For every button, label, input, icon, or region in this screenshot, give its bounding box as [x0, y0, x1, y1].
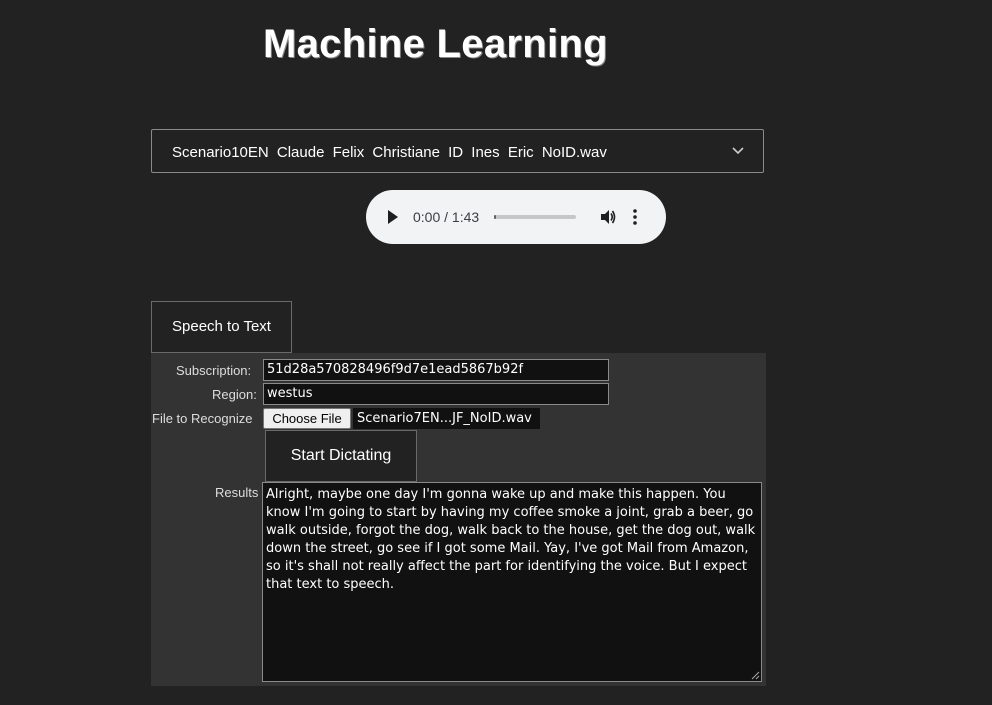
choose-file-button[interactable]: Choose File — [263, 408, 351, 429]
subscription-input[interactable]: 51d28a570828496f9d7e1ead5867b92f — [263, 359, 609, 381]
volume-icon[interactable] — [599, 208, 617, 226]
page-title: Machine Learning — [263, 22, 608, 66]
chosen-file-name: Scenario7EN...JF_NoID.wav — [353, 408, 540, 429]
subscription-label: Subscription: — [176, 363, 252, 378]
results-label: Results — [215, 485, 259, 500]
speech-to-text-tab[interactable]: Speech to Text — [151, 301, 292, 353]
resize-handle-icon[interactable] — [751, 671, 760, 680]
region-label: Region: — [212, 387, 257, 402]
region-input[interactable]: westus — [263, 383, 609, 405]
audio-time: 0:00 / 1:43 — [413, 209, 480, 225]
more-vert-icon[interactable] — [632, 208, 638, 226]
audio-seek-progress — [494, 215, 496, 219]
audio-seek-bar[interactable] — [494, 215, 576, 219]
file-select-value: Scenario10EN Claude Felix Christiane ID … — [172, 144, 607, 161]
start-dictating-button[interactable]: Start Dictating — [265, 430, 417, 482]
chevron-down-icon — [732, 147, 744, 155]
play-icon[interactable] — [386, 209, 400, 225]
results-textarea[interactable]: Alright, maybe one day I'm gonna wake up… — [262, 482, 762, 682]
file-select-dropdown[interactable]: Scenario10EN Claude Felix Christiane ID … — [151, 129, 764, 173]
audio-player: 0:00 / 1:43 — [366, 190, 666, 244]
file-to-recognize-label: File to Recognize — [152, 411, 253, 426]
